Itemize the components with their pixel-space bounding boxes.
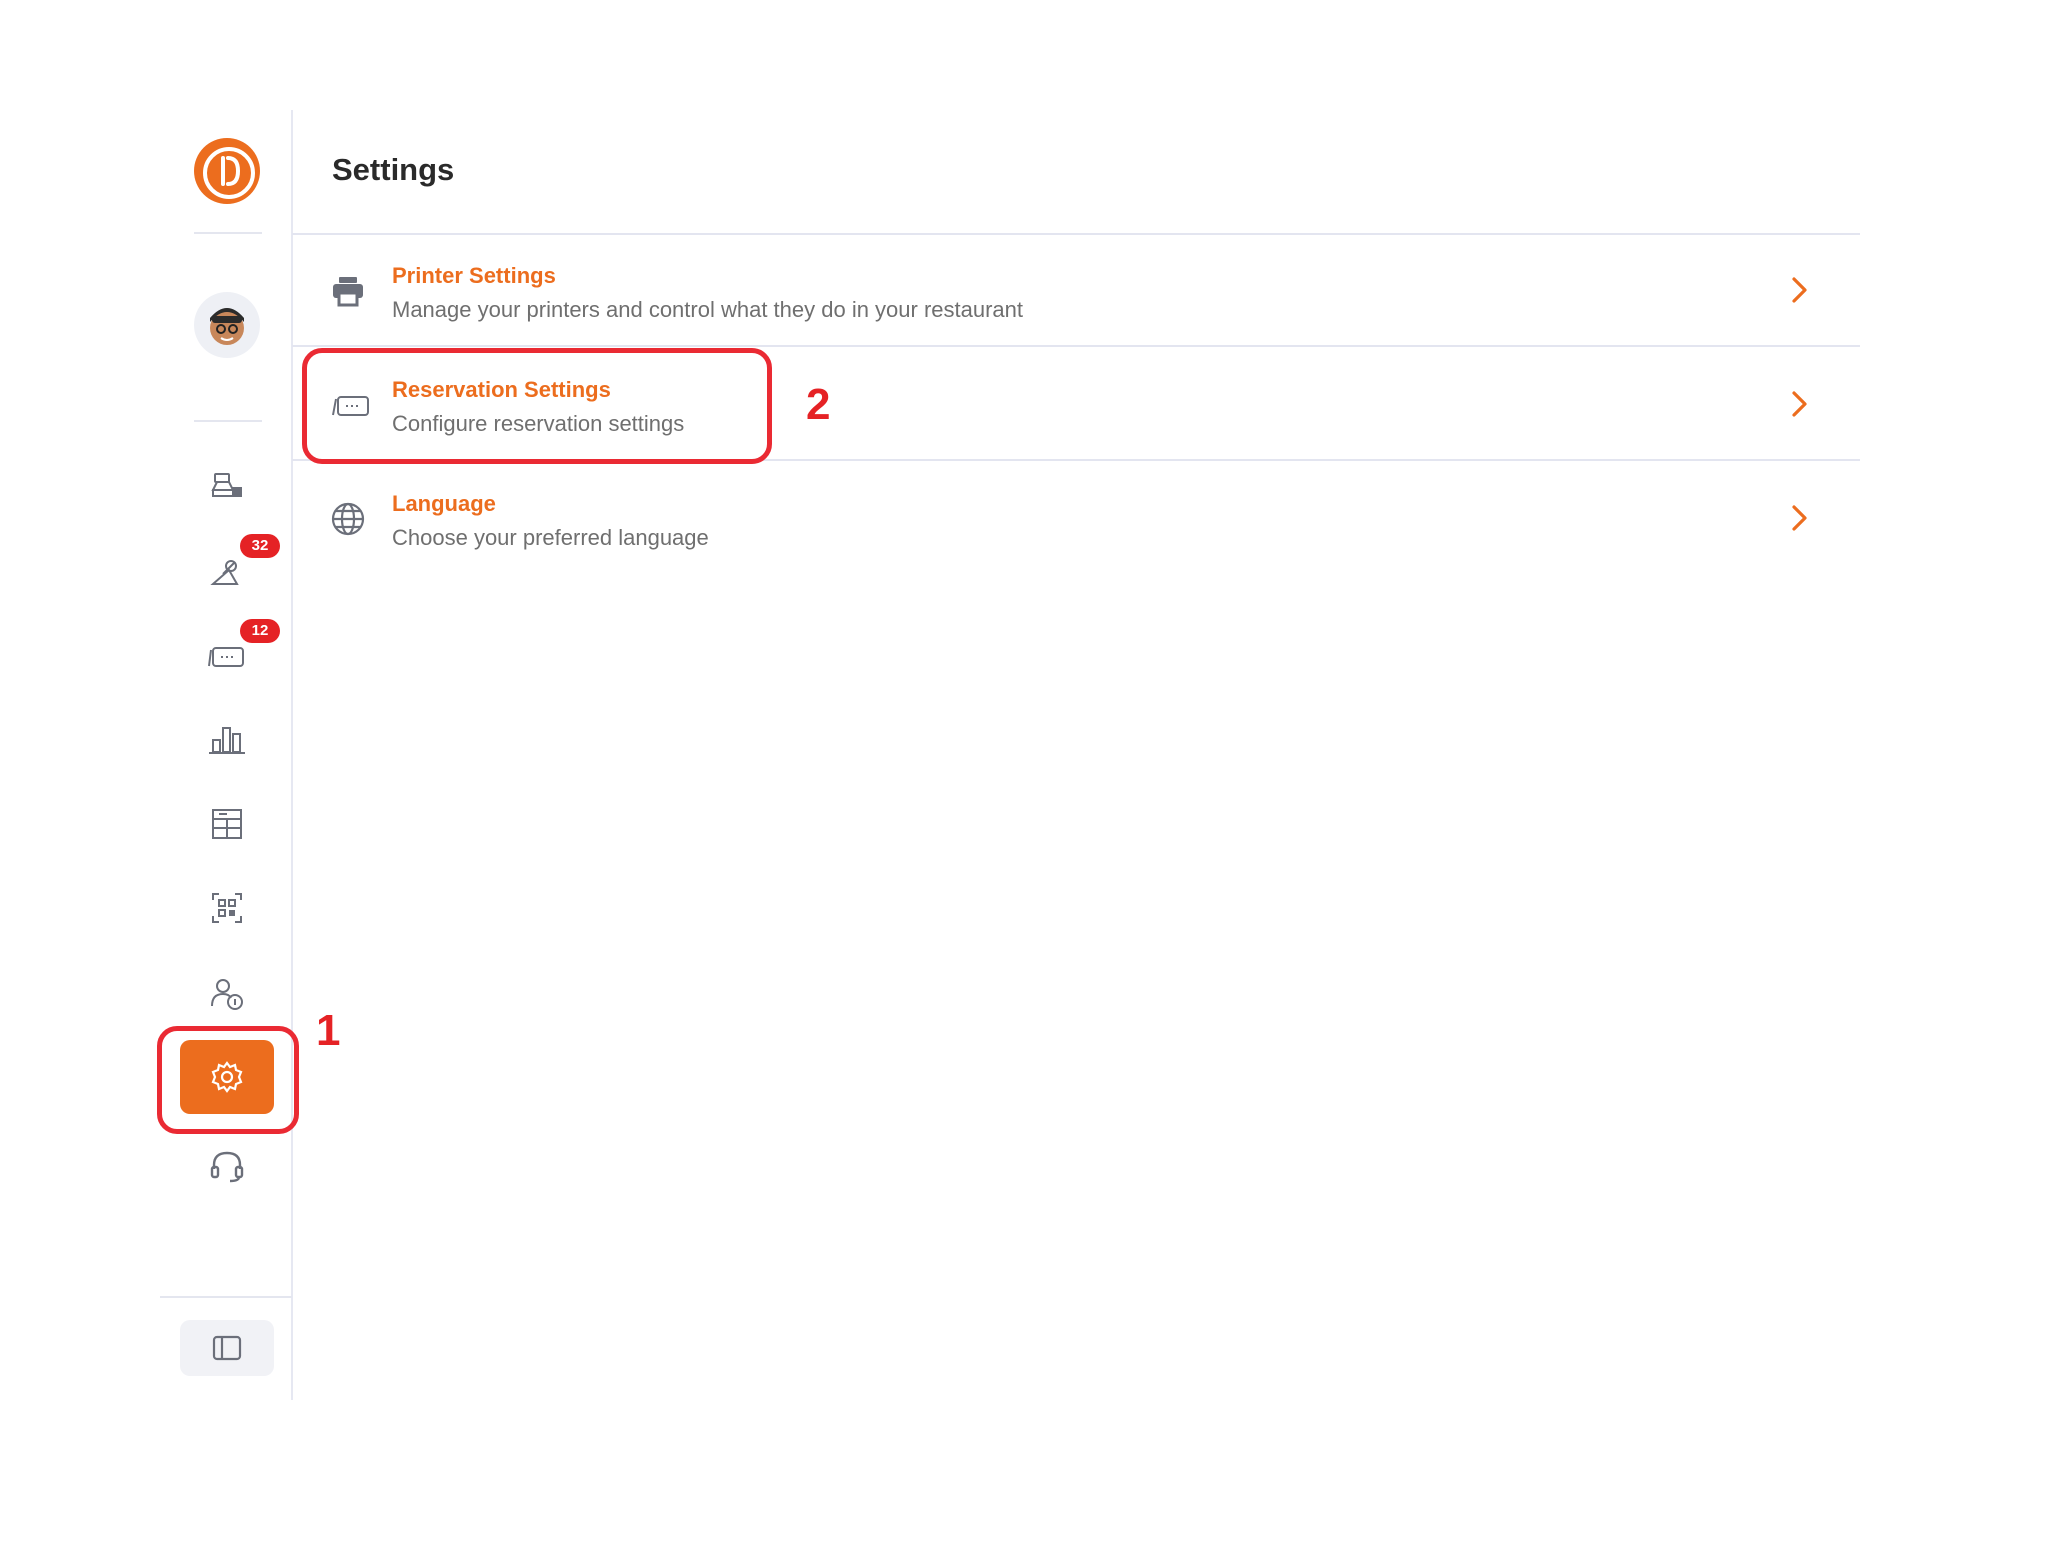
chevron-right-icon: [1792, 391, 1807, 417]
headset-icon[interactable]: [192, 1138, 262, 1194]
globe-icon: [331, 502, 365, 536]
chevron-right-icon: [1792, 505, 1807, 531]
step-number-1: 1: [316, 1006, 341, 1055]
sidebar-toggle-button[interactable]: [180, 1320, 274, 1376]
sidebar-bottom-separator: [160, 1296, 292, 1298]
user-avatar[interactable]: [194, 292, 260, 358]
sidebar-toggle-icon: [212, 1335, 242, 1361]
sidebar-separator: [194, 232, 262, 234]
settings-row-printer[interactable]: Printer Settings Manage your printers an…: [292, 235, 1860, 347]
settings-row-title: Printer Settings: [392, 263, 556, 288]
orders-badge: 32: [240, 534, 280, 558]
settings-row-language[interactable]: Language Choose your preferred language: [292, 463, 1860, 575]
printer-icon: [333, 277, 363, 307]
restaurant-logo-icon[interactable]: [194, 138, 260, 204]
settings-row-description: Choose your preferred language: [392, 525, 709, 550]
step-number-2: 2: [806, 380, 831, 429]
reservations-badge: 12: [240, 619, 280, 643]
qr-code-icon[interactable]: [192, 880, 262, 936]
page-title: Settings: [332, 152, 455, 187]
pos-icon[interactable]: [192, 458, 262, 514]
menu-icon[interactable]: [192, 796, 262, 852]
sidebar-separator: [194, 420, 262, 422]
highlight-box-settings-nav: [157, 1026, 299, 1134]
settings-row-description: Manage your printers and control what th…: [392, 297, 1024, 322]
staff-icon[interactable]: [192, 966, 262, 1022]
settings-row-title: Language: [392, 491, 496, 516]
chevron-right-icon: [1792, 277, 1807, 303]
highlight-box-reservation-settings: [302, 348, 772, 464]
reports-icon[interactable]: [192, 712, 262, 768]
